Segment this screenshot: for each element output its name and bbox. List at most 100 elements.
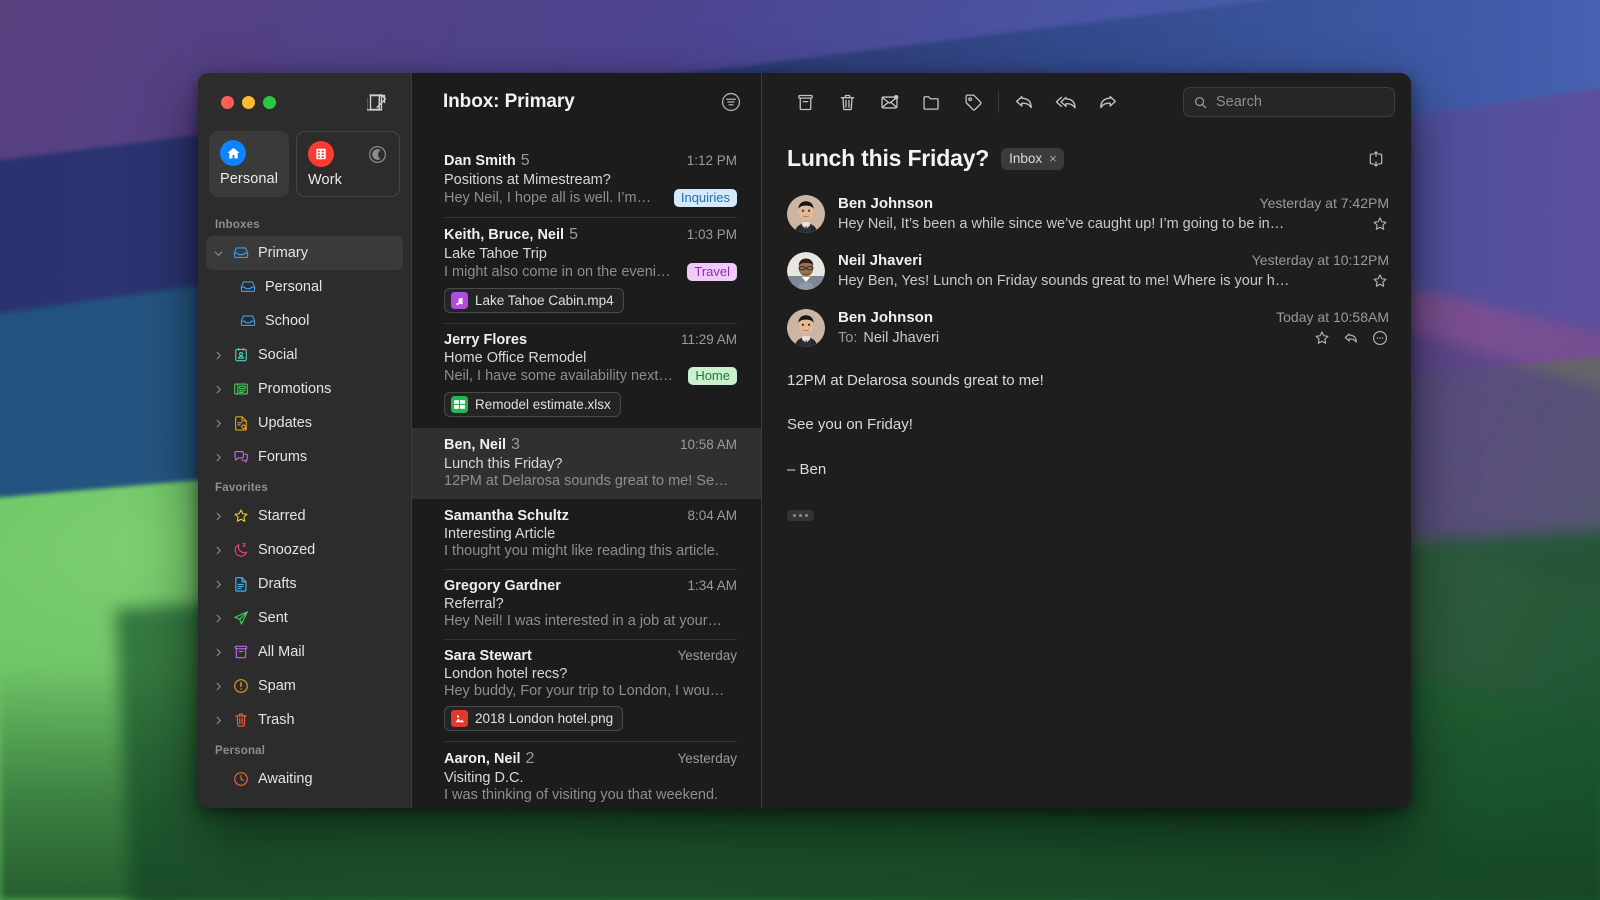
message-sender: Dan Smith xyxy=(444,153,516,169)
sidebar-item-forums[interactable]: Forums xyxy=(206,440,403,474)
thread-message[interactable]: Ben JohnsonYesterday at 7:42PMHey Neil, … xyxy=(787,186,1389,243)
list-item[interactable]: Sara Stewart YesterdayLondon hotel recs?… xyxy=(412,640,761,741)
clock-icon xyxy=(231,770,251,788)
expand-icon[interactable] xyxy=(1363,146,1389,172)
document-search-icon xyxy=(231,414,251,432)
compose-icon[interactable] xyxy=(365,90,389,114)
thread-message[interactable]: Ben JohnsonToday at 10:58AMTo:Neil Jhave… xyxy=(787,300,1389,357)
filter-icon[interactable] xyxy=(719,90,743,114)
chevron-right-icon[interactable] xyxy=(213,613,224,624)
sidebar-item-starred[interactable]: Starred xyxy=(206,499,403,533)
sidebar-item-spam[interactable]: Spam xyxy=(206,669,403,703)
window-controls[interactable] xyxy=(221,96,276,109)
mailbox-chip-label: Inbox xyxy=(1009,151,1042,166)
sidebar-item-updates[interactable]: Updates xyxy=(206,406,403,440)
more-icon[interactable] xyxy=(1371,329,1389,347)
message-preview: Hey buddy, For your trip to London, I wo… xyxy=(444,683,737,699)
attachment-chip[interactable]: 2018 London hotel.png xyxy=(444,706,623,731)
tag-icon[interactable] xyxy=(952,86,994,118)
message-tag[interactable]: Travel xyxy=(687,263,737,281)
thread-sender: Neil Jhaveri xyxy=(838,252,922,269)
star-icon xyxy=(231,507,251,525)
chevron-right-icon[interactable] xyxy=(213,511,224,522)
thread-message[interactable]: Neil JhaveriYesterday at 10:12PMHey Ben,… xyxy=(787,243,1389,300)
message-preview: Hey Neil, I hope all is well. I’m… xyxy=(444,190,667,206)
list-item[interactable]: Samantha Schultz 8:04 AMInteresting Arti… xyxy=(412,500,761,569)
thread-actions[interactable] xyxy=(1371,215,1389,233)
house-icon xyxy=(220,140,246,166)
star-icon[interactable] xyxy=(1371,215,1389,233)
list-item[interactable]: Jerry Flores 11:29 AMHome Office Remodel… xyxy=(412,324,761,427)
chevron-right-icon[interactable] xyxy=(213,579,224,590)
chevron-right-icon[interactable] xyxy=(213,647,224,658)
search-input[interactable]: Search xyxy=(1183,87,1395,117)
list-item[interactable]: Gregory Gardner 1:34 AMReferral?Hey Neil… xyxy=(412,570,761,639)
moon-icon[interactable] xyxy=(366,143,388,165)
email-body: 12PM at Delarosa sounds great to me!See … xyxy=(762,357,1411,522)
body-paragraph: 12PM at Delarosa sounds great to me! xyxy=(787,371,1386,391)
message-subject: Lunch this Friday? xyxy=(444,456,737,472)
reply-all-icon[interactable] xyxy=(1045,86,1087,118)
thread-actions[interactable] xyxy=(1371,272,1389,290)
sidebar-item-all-mail[interactable]: All Mail xyxy=(206,635,403,669)
chevron-right-icon[interactable] xyxy=(213,384,224,395)
thread-actions[interactable] xyxy=(1313,329,1389,347)
message-time: 1:12 PM xyxy=(687,153,737,168)
message-tag[interactable]: Home xyxy=(688,367,737,385)
message-sender: Aaron, Neil xyxy=(444,751,521,767)
message-time: 1:34 AM xyxy=(687,578,737,593)
attachment-name: 2018 London hotel.png xyxy=(475,711,613,726)
close-button[interactable] xyxy=(221,96,234,109)
message-tag[interactable]: Inquiries xyxy=(674,189,737,207)
reader-toolbar[interactable]: Search xyxy=(762,73,1411,131)
list-item[interactable]: Keith, Bruce, Neil 5 1:03 PMLake Tahoe T… xyxy=(412,218,761,323)
sidebar-item-drafts[interactable]: Drafts xyxy=(206,567,403,601)
account-work[interactable]: Work xyxy=(296,131,400,197)
account-personal[interactable]: Personal xyxy=(209,131,289,197)
zoom-button[interactable] xyxy=(263,96,276,109)
list-item[interactable]: Aaron, Neil 2 YesterdayVisiting D.C.I wa… xyxy=(412,742,761,808)
mark-unread-icon[interactable] xyxy=(868,86,910,118)
email-thread[interactable]: Ben JohnsonYesterday at 7:42PMHey Neil, … xyxy=(762,182,1411,357)
sidebar-item-awaiting[interactable]: Awaiting xyxy=(206,762,403,796)
sidebar-item-trash[interactable]: Trash xyxy=(206,703,403,737)
sidebar-item-promotions[interactable]: Promotions xyxy=(206,372,403,406)
list-item[interactable]: Dan Smith 5 1:12 PMPositions at Mimestre… xyxy=(412,144,761,217)
ellipsis-icon[interactable] xyxy=(787,510,814,521)
avatar xyxy=(787,195,825,233)
star-icon[interactable] xyxy=(1371,272,1389,290)
message-thread-count: 5 xyxy=(521,152,530,170)
chevron-right-icon[interactable] xyxy=(213,418,224,429)
chevron-right-icon[interactable] xyxy=(213,545,224,556)
reply-icon[interactable] xyxy=(1003,86,1045,118)
chevron-right-icon[interactable] xyxy=(213,350,224,361)
sidebar-item-snoozed[interactable]: Snoozed xyxy=(206,533,403,567)
star-icon[interactable] xyxy=(1313,329,1331,347)
attachment-chip[interactable]: Remodel estimate.xlsx xyxy=(444,392,621,417)
sidebar-item-sent[interactable]: Sent xyxy=(206,601,403,635)
sidebar-item-personal[interactable]: Personal xyxy=(206,270,403,304)
sidebar-item-social[interactable]: Social xyxy=(206,338,403,372)
archive-icon[interactable] xyxy=(784,86,826,118)
mailbox-chip[interactable]: Inbox × xyxy=(1001,148,1064,170)
forward-icon[interactable] xyxy=(1087,86,1129,118)
list-item[interactable]: Ben, Neil 3 10:58 AMLunch this Friday?12… xyxy=(412,428,761,499)
sidebar-item-primary[interactable]: Primary xyxy=(206,236,403,270)
sidebar-tree[interactable]: InboxesPrimaryPersonalSchoolSocialPromot… xyxy=(198,211,411,808)
message-list-body[interactable]: Dan Smith 5 1:12 PMPositions at Mimestre… xyxy=(412,131,761,808)
chevron-right-icon[interactable] xyxy=(213,681,224,692)
attachment-chip[interactable]: Lake Tahoe Cabin.mp4 xyxy=(444,288,624,313)
reply-icon[interactable] xyxy=(1342,329,1360,347)
message-sender: Keith, Bruce, Neil xyxy=(444,227,564,243)
chevron-right-icon[interactable] xyxy=(213,452,224,463)
move-folder-icon[interactable] xyxy=(910,86,952,118)
chevron-down-icon[interactable] xyxy=(213,248,224,259)
account-switcher[interactable]: Personal xyxy=(198,131,411,197)
trash-icon[interactable] xyxy=(826,86,868,118)
titlebar xyxy=(198,73,411,131)
minimize-button[interactable] xyxy=(242,96,255,109)
chevron-right-icon[interactable] xyxy=(213,715,224,726)
sidebar-item-school[interactable]: School xyxy=(206,304,403,338)
message-subject: Interesting Article xyxy=(444,526,737,542)
close-icon[interactable]: × xyxy=(1049,151,1057,166)
